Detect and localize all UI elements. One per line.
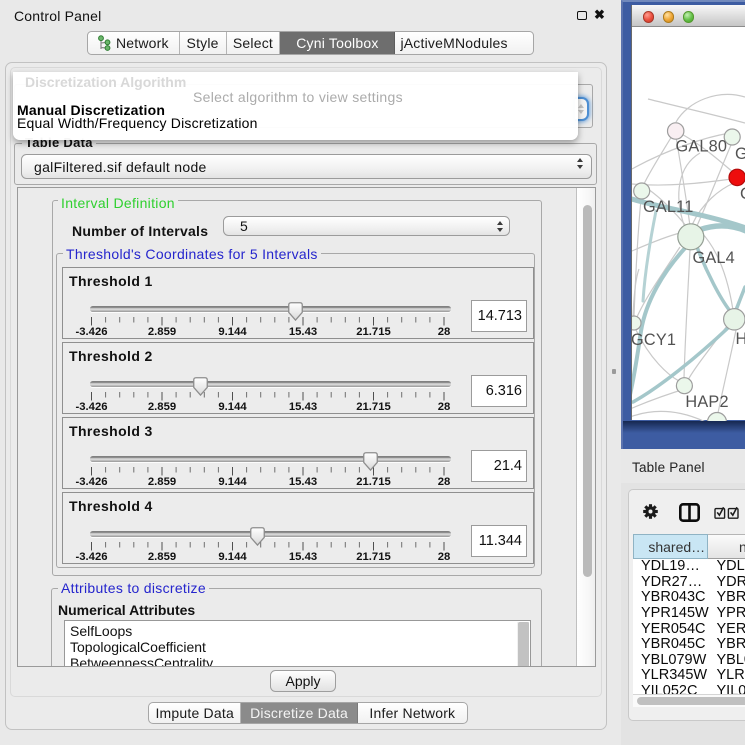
svg-text:GAL80: GAL80 xyxy=(676,137,728,155)
svg-text:GAL80: GAL80 xyxy=(735,145,745,163)
svg-text:HAP1: HAP1 xyxy=(736,330,745,348)
svg-text:GAL11: GAL11 xyxy=(643,198,693,216)
svg-text:GCY1: GCY1 xyxy=(632,331,676,349)
svg-text:CRP1: CRP1 xyxy=(740,185,745,203)
svg-text:HAP2: HAP2 xyxy=(685,393,728,411)
svg-text:GAL4: GAL4 xyxy=(693,249,735,267)
